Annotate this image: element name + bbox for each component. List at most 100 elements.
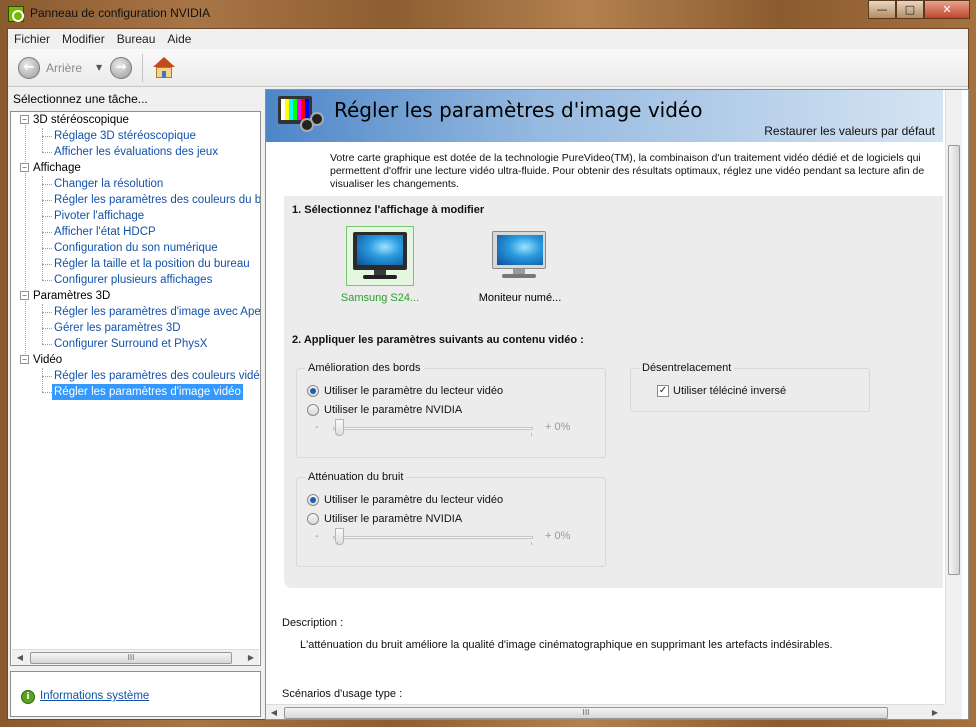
toolbar: ← Arrière ▼ → bbox=[8, 49, 968, 87]
tree-category-affichage[interactable]: − Affichage bbox=[20, 160, 81, 176]
collapse-icon[interactable]: − bbox=[20, 115, 29, 124]
edge-player-option[interactable]: Utiliser le paramètre du lecteur vidéo bbox=[307, 383, 503, 399]
page-content: Votre carte graphique est dotée de la te… bbox=[266, 142, 943, 705]
window-title: Panneau de configuration NVIDIA bbox=[30, 6, 211, 20]
edge-nvidia-option[interactable]: Utiliser le paramètre NVIDIA bbox=[307, 402, 462, 418]
window-controls: — □ ✕ bbox=[868, 0, 970, 20]
tree-item-son-numerique[interactable]: Configuration du son numérique bbox=[54, 240, 218, 256]
deinterlace-group: Désentrelacement ✓ Utiliser téléciné inve… bbox=[630, 362, 870, 412]
radio-icon[interactable] bbox=[307, 404, 319, 416]
page-title: Régler les paramètres d'image vidéo bbox=[334, 98, 703, 122]
task-pane: Sélectionnez une tâche... −3D stéréoscop… bbox=[10, 89, 261, 719]
noise-slider[interactable]: - + 0% bbox=[315, 528, 605, 548]
back-arrow-icon[interactable]: ← bbox=[18, 56, 40, 79]
task-header: Sélectionnez une tâche... bbox=[13, 92, 148, 106]
scroll-thumb[interactable]: III bbox=[30, 652, 232, 664]
option-label: Utiliser le paramètre du lecteur vidéo bbox=[324, 385, 504, 397]
minimize-button[interactable]: — bbox=[868, 0, 896, 19]
scroll-thumb[interactable]: III bbox=[284, 707, 888, 719]
slider-track[interactable] bbox=[333, 536, 533, 539]
menu-fichier[interactable]: Fichier bbox=[14, 32, 50, 46]
section-select-display: 1. Sélectionnez l'affichage à modifier bbox=[292, 204, 485, 216]
history-dropdown-icon[interactable]: ▼ bbox=[96, 63, 102, 72]
tree-item-image-video-selected[interactable]: Régler les paramètres d'image vidéo bbox=[52, 384, 243, 400]
scroll-thumb[interactable] bbox=[948, 145, 960, 575]
horizontal-scrollbar[interactable]: ◀ III ▶ bbox=[266, 704, 945, 719]
tree-category-video[interactable]: − Vidéo bbox=[20, 352, 62, 368]
scroll-left-icon[interactable]: ◀ bbox=[12, 650, 28, 665]
settings-panel: 1. Sélectionnez l'affichage à modifier S… bbox=[284, 196, 943, 588]
nvidia-app-icon bbox=[8, 6, 24, 22]
collapse-icon[interactable]: − bbox=[20, 163, 29, 172]
back-button-label[interactable]: Arrière bbox=[46, 61, 82, 75]
option-label: Utiliser le paramètre du lecteur vidéo bbox=[324, 494, 504, 506]
radio-icon[interactable] bbox=[307, 513, 319, 525]
vertical-scrollbar[interactable] bbox=[945, 90, 962, 704]
edge-slider[interactable]: - + 0% bbox=[315, 419, 605, 439]
scroll-left-icon[interactable]: ◀ bbox=[266, 705, 282, 719]
slider-value: + 0% bbox=[545, 421, 571, 433]
system-info-panel: i Informations système bbox=[10, 671, 261, 717]
page-header: Régler les paramètres d'image vidéo Rest… bbox=[266, 90, 943, 142]
slider-value: + 0% bbox=[545, 530, 571, 542]
system-info-link[interactable]: Informations système bbox=[40, 690, 149, 702]
tree-item-plusieurs-affichages[interactable]: Configurer plusieurs affichages bbox=[54, 272, 212, 288]
tree-category-parametres-3d[interactable]: − Paramètres 3D bbox=[20, 288, 110, 304]
group-legend: Atténuation du bruit bbox=[305, 471, 407, 483]
display-moniteur[interactable]: Moniteur numé... bbox=[470, 226, 570, 304]
display-samsung[interactable]: Samsung S24... bbox=[330, 226, 430, 304]
menu-bureau[interactable]: Bureau bbox=[117, 32, 156, 46]
tree-item-image-apercu[interactable]: Régler les paramètres d'image avec Aperç… bbox=[54, 304, 260, 320]
slider-min-label: - bbox=[315, 421, 319, 433]
tree-item-gerer-3d[interactable]: Gérer les paramètres 3D bbox=[54, 320, 181, 336]
edge-enhancement-group: Amélioration des bords Utiliser le param… bbox=[296, 362, 606, 458]
forward-arrow-icon[interactable]: → bbox=[110, 56, 133, 79]
display-label: Samsung S24... bbox=[340, 292, 420, 304]
noise-nvidia-option[interactable]: Utiliser le paramètre NVIDIA bbox=[307, 511, 462, 527]
tree-horizontal-scrollbar[interactable]: ◀ III ▶ bbox=[12, 649, 259, 665]
radio-icon[interactable] bbox=[307, 494, 319, 506]
tree-category-3d-stereo[interactable]: −3D stéréoscopique bbox=[20, 112, 129, 128]
tree-item-taille-position[interactable]: Régler la taille et la position du burea… bbox=[54, 256, 250, 272]
description-text: L'atténuation du bruit améliore la quali… bbox=[300, 639, 833, 651]
tree-item-hdcp[interactable]: Afficher l'état HDCP bbox=[54, 224, 156, 240]
tree-item-couleurs-video[interactable]: Régler les paramètres des couleurs vidéo bbox=[54, 368, 260, 384]
scroll-right-icon[interactable]: ▶ bbox=[243, 650, 259, 665]
monitor-icon[interactable] bbox=[486, 226, 554, 286]
checkbox-icon[interactable]: ✓ bbox=[657, 385, 669, 397]
close-button[interactable]: ✕ bbox=[924, 0, 970, 19]
scroll-right-icon[interactable]: ▶ bbox=[927, 705, 943, 719]
monitor-icon[interactable] bbox=[346, 226, 414, 286]
restore-defaults-link[interactable]: Restaurer les valeurs par défaut bbox=[764, 124, 935, 138]
menu-bar: Fichier Modifier Bureau Aide bbox=[8, 29, 968, 49]
tree-item-pivoter[interactable]: Pivoter l'affichage bbox=[54, 208, 144, 224]
toolbar-separator bbox=[142, 53, 144, 82]
inverse-telecine-option[interactable]: ✓ Utiliser téléciné inversé bbox=[657, 383, 786, 399]
title-bar: Panneau de configuration NVIDIA — □ ✕ bbox=[0, 0, 976, 28]
noise-player-option[interactable]: Utiliser le paramètre du lecteur vidéo bbox=[307, 492, 503, 508]
content-pane: Régler les paramètres d'image vidéo Rest… bbox=[265, 89, 969, 720]
video-settings-icon bbox=[278, 96, 324, 136]
collapse-icon[interactable]: − bbox=[20, 291, 29, 300]
option-label: Utiliser le paramètre NVIDIA bbox=[324, 404, 463, 416]
menu-aide[interactable]: Aide bbox=[167, 32, 191, 46]
option-label: Utiliser le paramètre NVIDIA bbox=[324, 513, 463, 525]
category-label: 3D stéréoscopique bbox=[33, 114, 129, 126]
category-label: Paramètres 3D bbox=[33, 290, 111, 302]
group-legend: Amélioration des bords bbox=[305, 362, 424, 374]
tree-item-couleurs-bureau[interactable]: Régler les paramètres des couleurs du bu… bbox=[54, 192, 260, 208]
collapse-icon[interactable]: − bbox=[20, 355, 29, 364]
option-label: Utiliser téléciné inversé bbox=[673, 385, 787, 397]
home-icon[interactable] bbox=[153, 56, 176, 79]
intro-text: Votre carte graphique est dotée de la te… bbox=[330, 152, 925, 190]
radio-icon[interactable] bbox=[307, 385, 319, 397]
slider-track[interactable] bbox=[333, 427, 533, 430]
menu-modifier[interactable]: Modifier bbox=[62, 32, 105, 46]
tree-item-surround-physx[interactable]: Configurer Surround et PhysX bbox=[54, 336, 207, 352]
tree-item-resolution[interactable]: Changer la résolution bbox=[54, 176, 163, 192]
maximize-button[interactable]: □ bbox=[896, 0, 924, 19]
tree-item-evaluations-jeux[interactable]: Afficher les évaluations des jeux bbox=[54, 144, 218, 160]
tree-item-reglage-3d[interactable]: Réglage 3D stéréoscopique bbox=[54, 128, 196, 144]
task-tree: −3D stéréoscopique Réglage 3D stéréoscop… bbox=[10, 111, 261, 666]
app-window: Fichier Modifier Bureau Aide ← Arrière ▼… bbox=[7, 28, 969, 720]
